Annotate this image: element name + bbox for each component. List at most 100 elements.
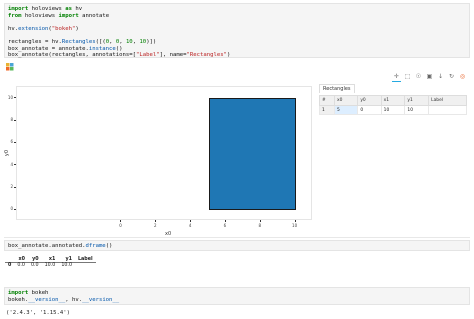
code-token: hv (72, 6, 83, 12)
table-header-cell[interactable]: x1 (380, 95, 406, 106)
code-token: , hv. (65, 296, 83, 303)
table-header-cell[interactable]: y0 (357, 95, 382, 106)
table-cell[interactable]: 0 (357, 105, 382, 115)
y-tick-label: 4 (10, 161, 13, 167)
x-tick-label: 8 (258, 223, 262, 228)
table-cell[interactable] (428, 105, 467, 115)
y-tick-mark (14, 141, 16, 143)
annotation-table[interactable]: # x0 y0 x1 y1 Label 1 5 0 10 10 (319, 95, 467, 115)
dataframe-row: 0 0.0 0.0 10.0 10.0 (5, 263, 96, 269)
code-token: ) (75, 25, 79, 32)
code-cell-1[interactable]: import holoviews as hv from holoviews imp… (4, 3, 470, 58)
table-cell[interactable]: 10 (404, 105, 430, 115)
x-tick-mark (294, 220, 296, 222)
table-cell[interactable]: 5 (333, 105, 359, 115)
code-cell-2[interactable]: box_annotate.annotated.dframe() (4, 240, 470, 251)
code-token: __version__ (82, 296, 120, 303)
y-tick-label: 10 (7, 94, 13, 100)
y-tick-label: 2 (10, 184, 13, 189)
code-token: () (115, 45, 123, 52)
x-tick-mark (120, 220, 122, 222)
code-token: hv. (8, 25, 19, 32)
dataframe-cell (75, 263, 96, 269)
x-tick-mark (224, 220, 226, 222)
save-icon[interactable]: ↓ (436, 72, 445, 81)
code-token: , (109, 38, 116, 45)
divider (4, 237, 470, 238)
code-token: from (8, 12, 22, 19)
code-token: ) (226, 52, 231, 59)
reset-icon[interactable]: ↻ (447, 72, 456, 81)
bokeh-logo-icon[interactable]: ◎ (458, 72, 467, 81)
y-tick-label: 8 (10, 117, 13, 122)
code-line: box_annotate(rectangles, annotations=["L… (8, 52, 466, 59)
code-token: ], name= (159, 52, 187, 59)
x-tick-label: 0 (119, 223, 122, 228)
table-cell[interactable]: 10 (380, 105, 406, 115)
plot-canvas[interactable] (16, 86, 312, 220)
code-token: holoviews (21, 12, 59, 19)
version-output: ('2.4.3', '1.15.4') (6, 310, 70, 316)
x-tick-label: 2 (154, 223, 157, 228)
x-tick-label: 4 (188, 223, 192, 228)
box-zoom-icon[interactable]: ⬚ (403, 72, 412, 81)
table-header-cell[interactable]: x0 (333, 95, 359, 106)
wheel-zoom-icon[interactable]: ☉ (414, 72, 423, 81)
code-line: hv.extension("bokeh") (8, 26, 466, 33)
x-tick-label: 6 (223, 223, 227, 228)
code-token: __version__ (28, 296, 66, 303)
x-tick-label: 10 (292, 223, 298, 228)
y-tick-mark (14, 164, 16, 165)
pan-icon[interactable]: ✛ (392, 72, 401, 82)
code-line: import holoviews as hv (8, 6, 466, 13)
table-header-cell[interactable]: # (319, 95, 335, 106)
code-cell-3[interactable]: import bokeh bokeh.__version__, hv.__vers… (4, 287, 470, 305)
code-token: ([( (95, 38, 106, 45)
y-tick-mark (14, 208, 16, 210)
y-tick-label: 6 (10, 139, 13, 145)
code-token: 10 (125, 38, 133, 45)
code-line: rectangles = hv.Rectangles([(0, 0, 10, 1… (8, 39, 466, 46)
y-tick-label: 0 (10, 206, 13, 212)
code-token: () (105, 243, 113, 249)
code-token: instance (88, 45, 116, 52)
code-token: import (8, 6, 29, 12)
box-edit-icon[interactable]: ▣ (425, 72, 434, 81)
table-header-cell[interactable]: Label (428, 95, 467, 106)
code-line: bokeh.__version__, hv.__version__ (8, 297, 466, 304)
dataframe-cell: 0.0 (17, 263, 25, 268)
dataframe-cell: 0.0 (30, 263, 39, 268)
code-token: "Label" (135, 52, 160, 59)
dataframe-cell: 0 (8, 263, 12, 268)
code-token: holoviews (28, 6, 66, 12)
code-token: dframe (85, 243, 106, 249)
table-cell[interactable]: 1 (319, 105, 335, 115)
y-axis-label: y0 (4, 149, 11, 157)
code-token: box_annotate.annotated. (8, 243, 86, 249)
rectangle-glyph[interactable] (208, 98, 296, 210)
y-tick-mark (14, 97, 16, 98)
dataframe-cell: 10.0 (61, 263, 72, 268)
code-token: box_annotate(rectangles, annotations=[ (8, 52, 136, 59)
table-row[interactable]: 1 5 0 10 10 (319, 105, 467, 115)
code-token: import (58, 12, 79, 19)
plot-toolbar: ✛ ⬚ ☉ ▣ ↓ ↻ ◎ (392, 72, 467, 82)
code-token: rectangles = hv. (8, 38, 62, 45)
code-token: , (119, 38, 126, 45)
x-tick-mark (190, 220, 191, 222)
table-title: Rectangles (319, 84, 355, 93)
code-token: extension (18, 25, 49, 32)
code-token: bokeh (28, 290, 49, 296)
y-tick-mark (14, 119, 16, 121)
dataframe-header-cell: Label (78, 257, 93, 262)
table-header-cell[interactable]: y1 (404, 95, 430, 106)
code-token: box_annotate = annotate. (8, 45, 89, 52)
bokeh-logo-icon (6, 63, 14, 71)
code-token: as (65, 6, 73, 12)
code-token: bokeh. (8, 296, 29, 303)
x-tick-mark (259, 220, 261, 222)
code-line: from holoviews import annotate (8, 13, 466, 20)
y-tick-mark (14, 186, 16, 188)
